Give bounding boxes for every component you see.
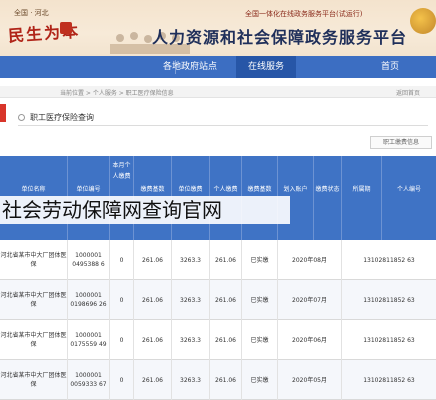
cell-flag: 0 xyxy=(110,280,134,320)
cell-unit-pay: 3263.3 xyxy=(172,280,210,320)
section-header: 职工医疗保险查询 xyxy=(18,110,428,126)
seal-icon xyxy=(60,22,72,34)
cell-flag: 0 xyxy=(110,360,134,400)
cell-status: 已实缴 xyxy=(242,360,278,400)
cell-base: 261.06 xyxy=(134,240,172,280)
site-title: 人力资源和社会保障政务服务平台 xyxy=(152,28,408,47)
cell-unit-name: 河北省某市中大厂团体医保 xyxy=(0,240,68,280)
cell-unit-name: 河北省某市中大厂团体医保 xyxy=(0,320,68,360)
cell-person-no: 13102811852 63 xyxy=(363,336,415,344)
col-period: 所属期 xyxy=(342,156,382,240)
national-emblem-icon xyxy=(410,8,436,34)
main-nav: 在线服务 各地政府站点 首页 xyxy=(0,56,436,78)
cell-flag: 0 xyxy=(110,320,134,360)
cell-person-no: 13102811852 63 xyxy=(363,256,415,264)
cell-person-no: 13102811852 63 xyxy=(363,376,415,384)
cell-unit-no: 1000001 0198696 26 xyxy=(68,280,110,320)
cell-base: 261.06 xyxy=(134,320,172,360)
cell-status: 已实缴 xyxy=(242,280,278,320)
platform-subtitle: 全国一体化在线政务服务平台(试运行) xyxy=(245,10,363,18)
bullet-icon xyxy=(18,114,25,121)
col-status: 缴费状态 xyxy=(314,156,342,240)
back-home-link[interactable]: 返回首页 xyxy=(396,88,420,97)
cell-unit-name: 河北省某市中大厂团体医保 xyxy=(0,280,68,320)
cell-person-no: 13102811852 63 xyxy=(363,296,415,304)
site-banner: 全国 · 河北 民生为本 全国一体化在线政务服务平台(试运行) 人力资源和社会保… xyxy=(0,0,436,56)
table-row[interactable]: 河北省某市中大厂团体医保 1000001 0495388 6 0 261.06 … xyxy=(0,240,436,280)
cell-unit-pay: 3263.3 xyxy=(172,320,210,360)
cell-status: 已实缴 xyxy=(242,320,278,360)
tab-payment-info[interactable]: 职工缴费信息 xyxy=(370,136,432,149)
cell-person-pay: 261.06 xyxy=(210,360,242,400)
cell-period: 2020年08月 xyxy=(278,240,342,280)
cell-person-pay: 261.06 xyxy=(210,280,242,320)
breadcrumb-path[interactable]: 当前位置 > 个人服务 > 职工医疗保险信息 xyxy=(60,88,174,97)
nav-online-service[interactable]: 在线服务 xyxy=(236,56,296,78)
overlay-caption: 社会劳动保障网查询官网 xyxy=(0,196,290,224)
table-row[interactable]: 河北省某市中大厂团体医保 1000001 0175559 49 0 261.06… xyxy=(0,320,436,360)
table-row[interactable]: 河北省某市中大厂团体医保 1000001 0198696 26 0 261.06… xyxy=(0,280,436,320)
cell-unit-no: 1000001 0175559 49 xyxy=(68,320,110,360)
cell-unit-pay: 3263.3 xyxy=(172,240,210,280)
cell-person-pay: 261.06 xyxy=(210,320,242,360)
nav-home[interactable]: 首页 xyxy=(350,56,430,78)
cell-period: 2020年07月 xyxy=(278,280,342,320)
section-title: 职工医疗保险查询 xyxy=(30,113,94,122)
cell-person-pay: 261.06 xyxy=(210,240,242,280)
cell-base: 261.06 xyxy=(134,280,172,320)
cell-period: 2020年05月 xyxy=(278,360,342,400)
col-person-no: 个人编号 xyxy=(396,186,421,193)
breadcrumb: 当前位置 > 个人服务 > 职工医疗保险信息 返回首页 xyxy=(0,86,436,98)
cell-flag: 0 xyxy=(110,240,134,280)
cell-base: 261.06 xyxy=(134,360,172,400)
cell-period: 2020年06月 xyxy=(278,320,342,360)
nav-local-sites[interactable]: 各地政府站点 xyxy=(150,56,230,78)
side-accent xyxy=(0,104,6,122)
location-label[interactable]: 全国 · 河北 xyxy=(14,8,49,18)
cell-unit-no: 1000001 0495388 6 xyxy=(68,240,110,280)
cell-unit-no: 1000001 0059333 67 xyxy=(68,360,110,400)
cell-status: 已实缴 xyxy=(242,240,278,280)
table-row[interactable]: 河北省某市中大厂团体医保 1000001 0059333 67 0 261.06… xyxy=(0,360,436,400)
cell-unit-pay: 3263.3 xyxy=(172,360,210,400)
cell-unit-name: 河北省某市中大厂团体医保 xyxy=(0,360,68,400)
